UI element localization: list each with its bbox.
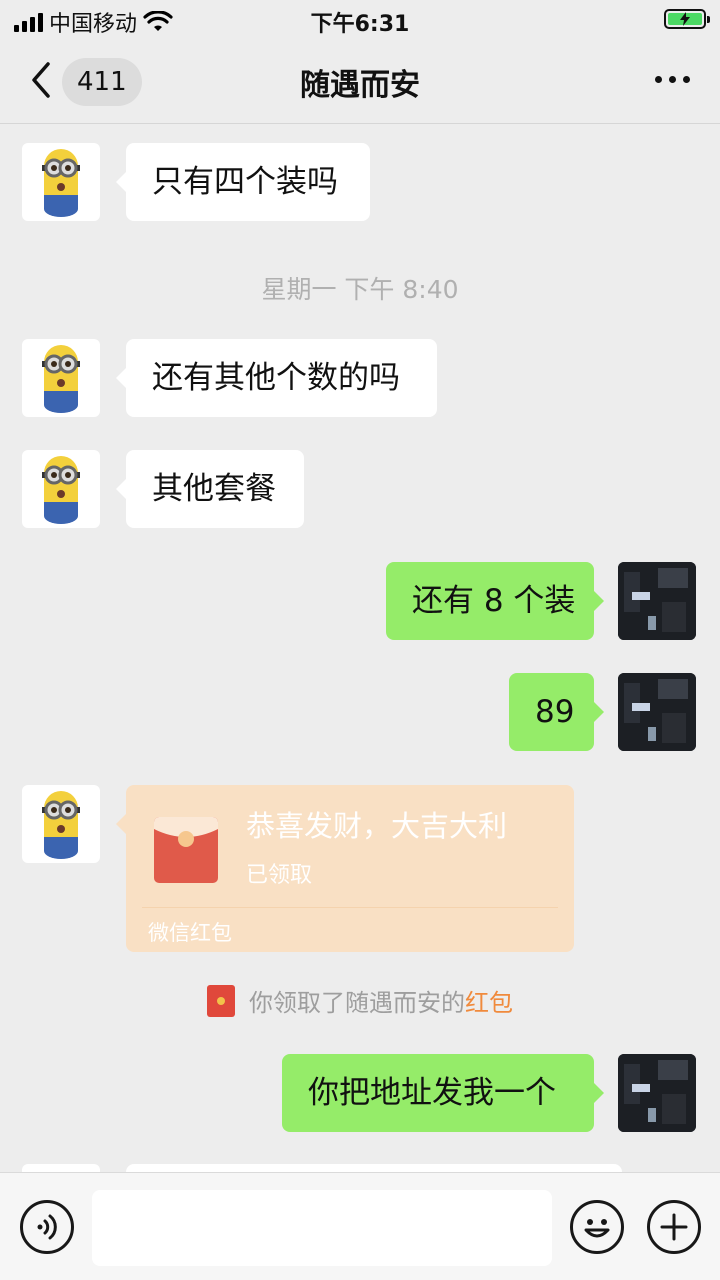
system-notice: 你领取了随遇而安的红包 <box>0 983 720 1018</box>
red-packet-icon <box>154 817 218 883</box>
status-bar: 中国移动 下午6:31 <box>0 0 720 40</box>
contact-avatar[interactable] <box>22 450 100 528</box>
input-bar <box>0 1172 720 1280</box>
red-packet-link[interactable]: 红包 <box>465 989 513 1017</box>
battery-icon <box>664 9 710 29</box>
outgoing-message[interactable]: 还有 8 个装 <box>386 562 604 640</box>
contact-avatar[interactable] <box>22 143 100 221</box>
outgoing-message[interactable]: 89 <box>509 673 604 751</box>
plus-icon[interactable] <box>647 1200 701 1254</box>
contact-avatar[interactable] <box>22 785 100 863</box>
message-input[interactable] <box>92 1190 552 1266</box>
message-timestamp: 星期一 下午 8:40 <box>261 275 459 304</box>
emoji-icon[interactable] <box>570 1200 624 1254</box>
red-packet-icon <box>207 984 235 1017</box>
charging-bolt-icon <box>680 12 690 26</box>
red-packet-status: 已领取 <box>246 863 313 888</box>
chat-title: 随遇而安 <box>300 68 420 103</box>
chat-header: 411 随遇而安 <box>0 40 720 124</box>
outgoing-message[interactable]: 你把地址发我一个 <box>282 1054 604 1132</box>
red-packet-title: 恭喜发财，大吉大利 <box>246 809 508 843</box>
red-packet-footer: 微信红包 <box>148 921 232 945</box>
self-avatar[interactable] <box>618 562 696 640</box>
incoming-message[interactable]: 还有其他个数的吗 <box>116 339 437 417</box>
self-avatar[interactable] <box>618 1054 696 1132</box>
more-dots-icon[interactable] <box>655 76 690 83</box>
red-packet-divider <box>142 907 558 908</box>
incoming-message[interactable]: 其他套餐 <box>116 450 304 528</box>
system-notice-text: 你领取了随遇而安的 <box>249 989 465 1017</box>
voice-icon[interactable] <box>20 1200 74 1254</box>
incoming-message[interactable]: 只有四个装吗 <box>116 143 370 221</box>
status-time: 下午6:31 <box>310 12 410 37</box>
red-packet-card[interactable]: 恭喜发财，大吉大利 已领取 微信红包 <box>116 785 574 952</box>
contact-avatar[interactable] <box>22 339 100 417</box>
self-avatar[interactable] <box>618 673 696 751</box>
